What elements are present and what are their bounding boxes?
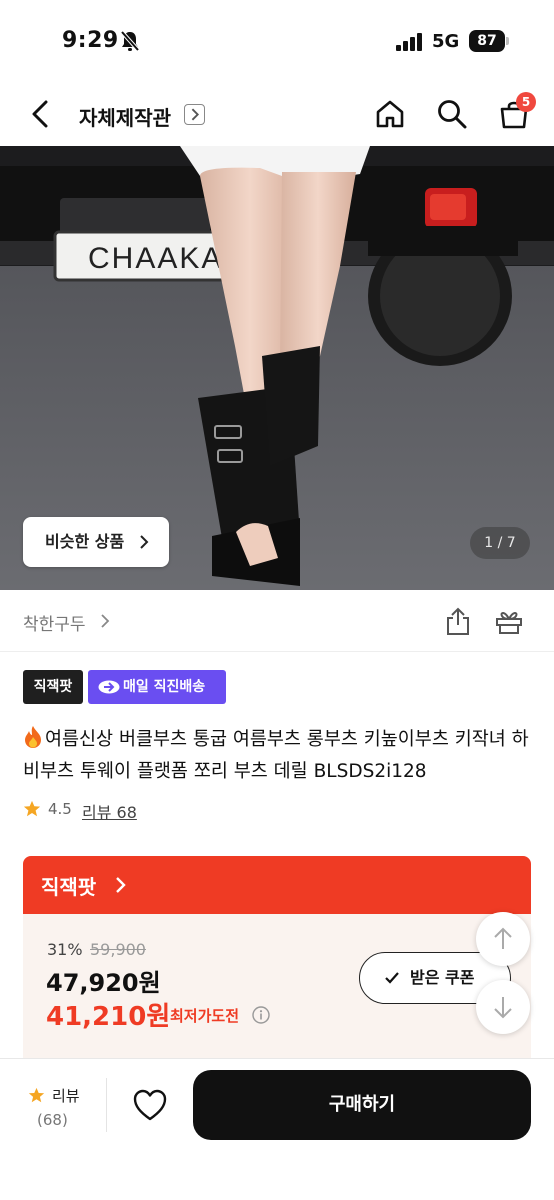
- app-header: 자체제작관: [0, 84, 554, 146]
- discount-percent: 31%: [47, 940, 83, 959]
- license-plate-text: CHAAKA: [88, 242, 223, 275]
- delivery-icon: [98, 680, 120, 694]
- rating-value: 4.5: [48, 800, 72, 818]
- network-label: 5G: [432, 31, 460, 52]
- cart-count-badge: 5: [516, 92, 536, 112]
- chevron-right-icon: [116, 877, 126, 893]
- status-bar: 9:29 5G 87: [0, 0, 554, 84]
- scroll-down-button[interactable]: [476, 980, 530, 1034]
- original-price: 59,900: [90, 940, 146, 959]
- gift-icon[interactable]: [494, 606, 524, 636]
- battery-indicator: 87: [469, 30, 505, 52]
- bottom-review-label[interactable]: 리뷰: [52, 1085, 80, 1106]
- arrow-up-icon: [494, 927, 512, 949]
- store-title[interactable]: 자체제작관: [79, 102, 171, 131]
- zikzak-header[interactable]: 직잭팟: [23, 856, 531, 914]
- star-icon: [23, 800, 41, 817]
- chevron-right-icon[interactable]: [100, 613, 110, 629]
- chevron-right-icon[interactable]: [184, 104, 205, 125]
- brand-name[interactable]: 착한구두: [23, 610, 86, 635]
- arrow-down-icon: [494, 997, 512, 1019]
- share-button[interactable]: [444, 606, 472, 636]
- product-title: 여름신상 버클부츠 통굽 여름부츠 롱부츠 키높이부츠 키작녀 하비부츠 투웨이…: [23, 724, 533, 788]
- image-counter: 1 / 7: [470, 527, 530, 559]
- search-button[interactable]: [436, 98, 468, 130]
- lowest-price-label: 최저가도전: [170, 1007, 240, 1025]
- chevron-right-icon: [140, 535, 149, 549]
- bell-muted-icon: [120, 30, 140, 52]
- heart-icon[interactable]: [132, 1088, 168, 1122]
- scroll-up-button[interactable]: [476, 912, 530, 966]
- direct-jackpot-tag: 직잭팟: [23, 670, 83, 704]
- product-title-text: 여름신상 버클부츠 통굽 여름부츠 롱부츠 키높이부츠 키작녀 하비부츠 투웨이…: [23, 729, 529, 782]
- bottom-review-count[interactable]: (68): [37, 1111, 68, 1129]
- back-button[interactable]: [26, 96, 56, 132]
- buy-button[interactable]: 구매하기: [193, 1070, 531, 1140]
- info-icon[interactable]: [252, 1006, 270, 1024]
- signal-icon: [396, 33, 422, 51]
- review-link[interactable]: 리뷰 68: [82, 799, 137, 823]
- fire-icon: [25, 726, 41, 748]
- sale-price: 47,920원: [46, 969, 161, 997]
- battery-tip: [506, 37, 509, 45]
- zikzak-label: 직잭팟: [41, 875, 97, 899]
- star-icon: [28, 1087, 45, 1103]
- home-button[interactable]: [374, 98, 406, 130]
- brand-row: 착한구두: [0, 590, 554, 652]
- lowest-price: 41,210원: [46, 1002, 171, 1032]
- check-icon: [385, 972, 399, 984]
- status-time: 9:29: [62, 28, 119, 53]
- divider: [106, 1078, 107, 1132]
